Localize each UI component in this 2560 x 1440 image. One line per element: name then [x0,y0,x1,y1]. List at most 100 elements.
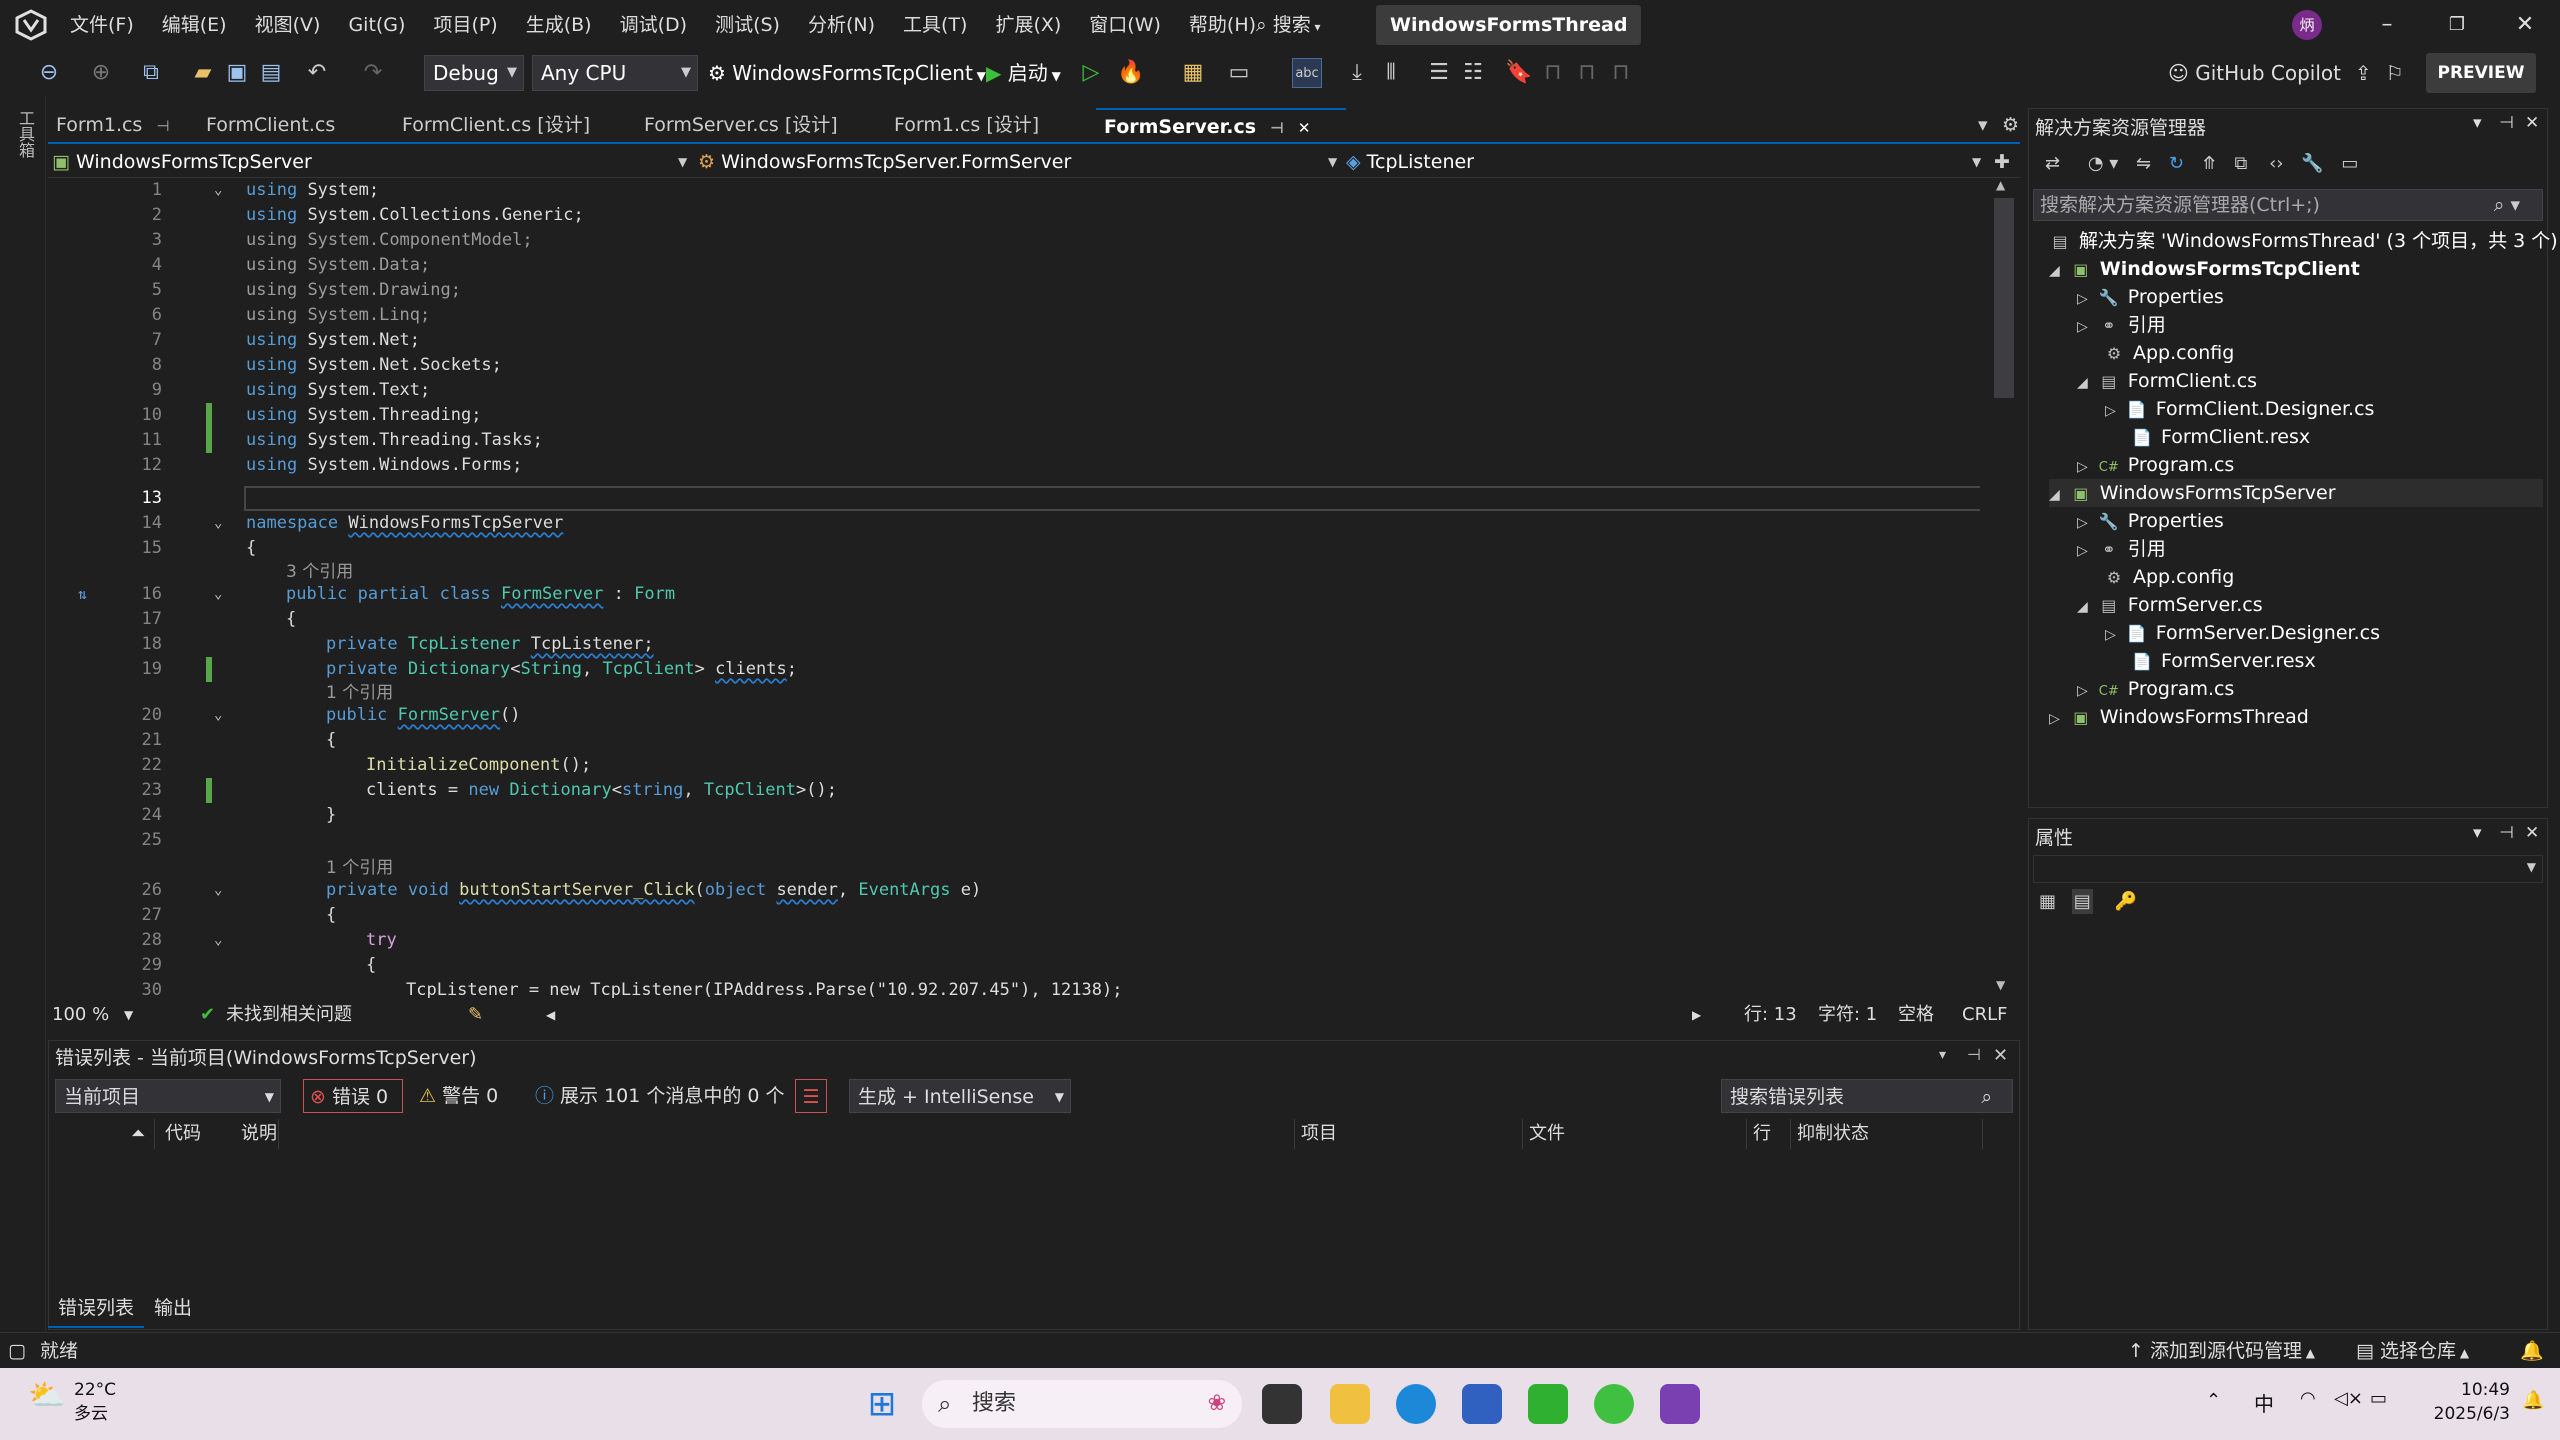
add-source-control-button[interactable]: ↑ 添加到源代码管理 ▲ [2128,1333,2315,1371]
scroll-up-icon[interactable]: ▲ [1996,178,2005,192]
collapse-icon[interactable]: ⌄ [214,703,222,728]
issues-status[interactable]: 未找到相关问题 [226,998,352,1032]
tab-formclient-design[interactable]: FormClient.cs [设计] [394,108,636,142]
column-description[interactable]: 说明 [235,1119,1295,1149]
github-copilot-button[interactable]: ☺ GitHub Copilot ⇪ ⚐ [2168,55,2404,91]
collapse-icon[interactable]: ⌄ [214,511,222,536]
tree-references[interactable]: ▷ ⚭ 引用 [2077,311,2166,339]
tree-program-server[interactable]: ▷ C# Program.cs [2077,675,2234,703]
store-icon[interactable] [1462,1384,1502,1424]
scroll-down-icon[interactable]: ▼ [1996,978,2005,992]
menu-git[interactable]: Git(G) [334,0,419,50]
platform-dropdown[interactable]: Any CPU ▼ [532,55,698,91]
collapsed-icon[interactable]: ▷ [2105,403,2116,419]
menu-extensions[interactable]: 扩展(X) [981,0,1075,50]
expanded-icon[interactable]: ◢ [2049,263,2060,279]
collapsed-icon[interactable]: ▷ [2077,543,2088,559]
chat-icon[interactable]: ▢ [8,1333,26,1369]
tree-properties[interactable]: ▷ 🔧 Properties [2077,283,2224,311]
tab-formclient-cs[interactable]: FormClient.cs [198,108,394,142]
pin-icon[interactable]: ⊣ [2499,823,2514,843]
char-indicator[interactable]: 字符: 1 [1818,998,1877,1032]
visual-studio-icon[interactable] [1660,1384,1700,1424]
pin-icon[interactable]: ⊣ [1270,119,1284,137]
tree-project-server[interactable]: ◢ ▣ WindowsFormsTcpServer [2049,479,2543,507]
ime-indicator[interactable]: 中 [2254,1388,2274,1417]
config-dropdown[interactable]: Debug ▼ [424,55,524,91]
expanded-icon[interactable]: ◢ [2049,487,2060,503]
class-nav-dropdown[interactable]: ⚙ WindowsFormsTcpServer.FormServer ▼ [698,148,1342,176]
tree-project-thread[interactable]: ▷ ▣ WindowsFormsThread [2049,703,2309,731]
collapsed-icon[interactable]: ▷ [2105,627,2116,643]
chevron-up-icon[interactable]: ⌃ [2206,1390,2221,1411]
undo-icon[interactable]: ↶ [302,58,332,88]
collapse-all-icon[interactable]: ⤊ [2202,153,2217,174]
wrench-icon[interactable]: 🔧 [2301,153,2323,174]
scroll-left-icon[interactable]: ◀ [546,998,555,1032]
collapsed-icon[interactable]: ▷ [2077,291,2088,307]
wifi-icon[interactable]: ◠ [2300,1388,2316,1409]
start-without-debug-icon[interactable]: ▷ [1076,58,1106,88]
preview-toggle-icon[interactable]: ▭ [2341,153,2358,174]
volume-icon[interactable]: ◁× [2334,1388,2363,1409]
member-nav-dropdown[interactable]: ◈ TcpListener ▼ [1346,148,1986,176]
history-icon[interactable]: ◔ ▾ [2088,153,2118,174]
settings-icon[interactable]: ⚙ [1994,108,2020,142]
menu-tools[interactable]: 工具(T) [889,0,981,50]
column-suppression[interactable]: 抑制状态 [1791,1119,1983,1149]
tree-program-client[interactable]: ▷ C# Program.cs [2077,451,2234,479]
menu-analyze[interactable]: 分析(N) [794,0,889,50]
menu-window[interactable]: 窗口(W) [1075,0,1175,50]
line-indicator[interactable]: 行: 13 [1744,998,1797,1032]
menu-edit[interactable]: 编辑(E) [148,0,241,50]
tab-formserver-cs[interactable]: FormServer.cs ⊣ ✕ [1096,108,1346,142]
collapse-icon[interactable]: ⌄ [214,928,222,953]
pin-icon[interactable]: ⊣ [156,117,169,135]
chevron-down-icon[interactable]: ▾ [2473,113,2482,133]
menu-build[interactable]: 生成(B) [512,0,606,50]
split-icon[interactable]: ✚ [1994,148,2018,176]
menu-test[interactable]: 测试(S) [701,0,794,50]
wechat-icon[interactable] [1594,1384,1634,1424]
zoom-level[interactable]: 100 % [52,998,109,1032]
collapse-icon[interactable]: ⌄ [214,582,222,607]
chevron-down-icon[interactable]: ▾ [2473,823,2482,843]
task-view-icon[interactable] [1262,1384,1302,1424]
alphabetical-icon[interactable]: ▤ [2071,889,2093,914]
tree-formserver-resx[interactable]: 📄 FormServer.resx [2131,647,2316,675]
global-search[interactable]: ⌕ 搜索 ▾ [1256,8,1321,42]
file-explorer-icon[interactable] [1330,1384,1370,1424]
tree-solution[interactable]: ▤ 解决方案 'WindowsFormsThread' (3 个项目，共 3 个) [2049,227,2557,255]
tab-formserver-design[interactable]: FormServer.cs [设计] [636,108,886,142]
close-tab-icon[interactable]: ✕ [1298,119,1311,137]
startup-project-dropdown[interactable]: ⚙ WindowsFormsTcpClient ▼ [708,55,986,91]
collapsed-icon[interactable]: ▷ [2077,459,2088,475]
layout-icon[interactable]: ▭ [1224,58,1254,88]
menu-view[interactable]: 视图(V) [241,0,335,50]
save-all-icon[interactable]: ▤ [256,58,286,88]
scope-dropdown[interactable]: 当前项目 ▼ [55,1079,281,1113]
taskbar-search[interactable]: ⌕ 搜索 ❀ [922,1380,1242,1428]
collapsed-icon[interactable]: ▷ [2077,683,2088,699]
toolbox-tab[interactable]: 工具箱 [12,110,35,158]
pin-icon[interactable]: ⊣ [1967,1045,1981,1064]
folder-icon[interactable]: ▦ [1178,58,1208,88]
tab-form1-design[interactable]: Form1.cs [设计] [886,108,1096,142]
object-selector[interactable]: ▼ [2033,855,2543,883]
editor-scrollbar[interactable]: ▲ ▼ [1988,178,2020,998]
tab-overflow-icon[interactable]: ▾ [1970,108,1994,142]
battery-icon[interactable]: ▭ [2370,1388,2387,1409]
notifications-icon[interactable]: 🔔 [2520,1333,2544,1369]
close-icon[interactable]: ✕ [2490,0,2560,50]
line-ending-indicator[interactable]: CRLF [1962,998,2007,1032]
avatar[interactable]: 炳 [2292,10,2322,40]
tree-project-client[interactable]: ◢ ▣ WindowsFormsTcpClient [2049,255,2360,283]
warnings-filter-button[interactable]: ⚠ 警告 0 [419,1079,498,1113]
clear-bookmarks-icon[interactable]: ⊓ [1606,58,1636,88]
menu-project[interactable]: 项目(P) [419,0,511,50]
redo-icon[interactable]: ↷ [358,58,388,88]
back-icon[interactable]: ⊖ [34,58,64,88]
filter-icon[interactable]: ☰ [795,1079,827,1113]
tree-formclient-resx[interactable]: 📄 FormClient.resx [2131,423,2310,451]
categorized-icon[interactable]: ▦ [2039,891,2056,912]
